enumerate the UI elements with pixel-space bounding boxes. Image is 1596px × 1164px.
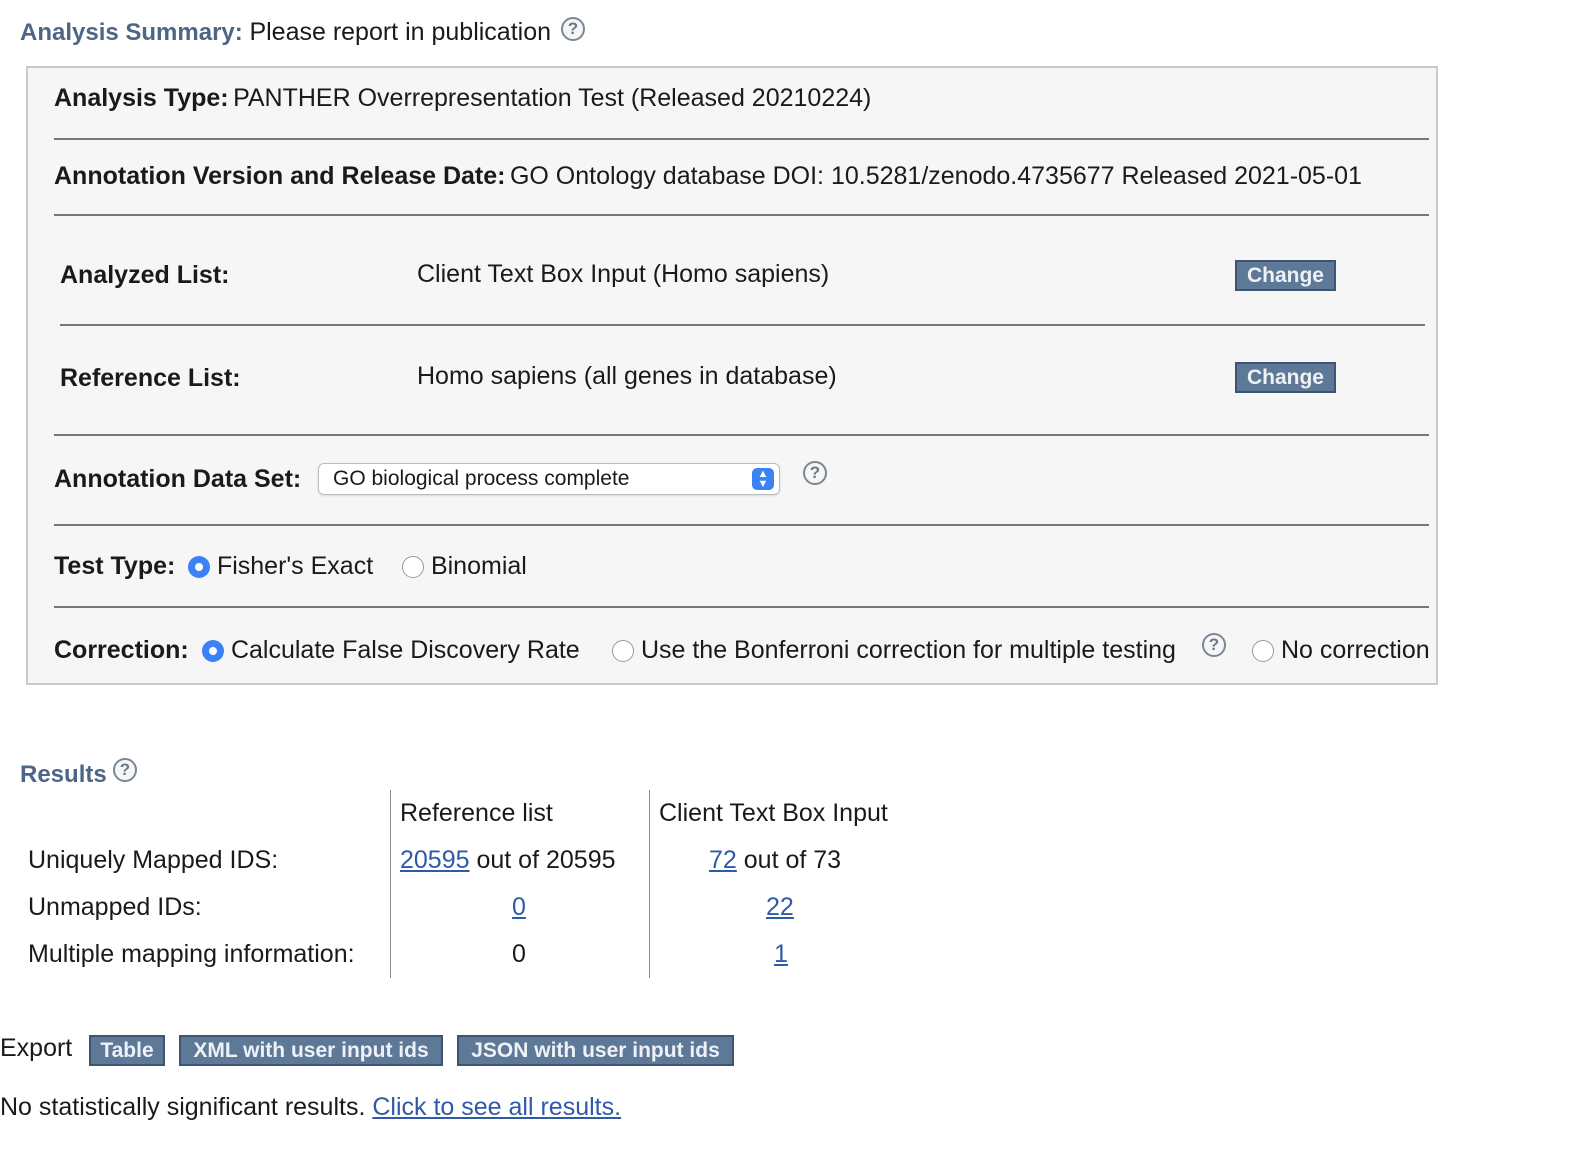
- export-table-button[interactable]: Table: [89, 1035, 165, 1066]
- unmapped-client-link[interactable]: 22: [766, 893, 794, 922]
- export-json-button[interactable]: JSON with user input ids: [457, 1035, 734, 1066]
- test-type-fisher-option[interactable]: Fisher's Exact: [188, 552, 373, 581]
- analyzed-list-label: Analyzed List:: [60, 261, 230, 289]
- annotation-dataset-label: Annotation Data Set:: [54, 465, 302, 493]
- bonferroni-label: Use the Bonferroni correction for multip…: [640, 636, 1176, 664]
- column-header-reference: Reference list: [400, 799, 553, 827]
- fdr-radio[interactable]: [202, 640, 224, 663]
- analysis-summary-title: Analysis Summary:: [20, 19, 243, 46]
- test-type-label: Test Type:: [54, 552, 176, 580]
- annotation-version-label: Annotation Version and Release Date:: [54, 162, 506, 190]
- divider: [54, 138, 1429, 140]
- table-divider: [390, 790, 391, 978]
- row-label-unmapped: Unmapped IDs:: [28, 893, 202, 921]
- uniquely-mapped-reference-suffix: out of 20595: [476, 846, 616, 874]
- no-correction-label: No correction: [1280, 636, 1430, 664]
- no-results-text: No statistically significant results.: [0, 1093, 366, 1121]
- results-help-icon[interactable]: ?: [113, 758, 137, 782]
- multiple-mapping-reference-value: 0: [512, 940, 526, 968]
- row-label-uniquely-mapped: Uniquely Mapped IDS:: [28, 846, 279, 874]
- divider: [60, 324, 1425, 326]
- uniquely-mapped-reference: 20595 out of 20595: [400, 846, 616, 875]
- divider: [54, 434, 1429, 436]
- analysis-summary-heading: Analysis Summary: Please report in publi…: [20, 18, 551, 47]
- chevron-updown-icon: ▲ ▼: [752, 468, 774, 490]
- fisher-radio[interactable]: [188, 556, 210, 579]
- analysis-type-label: Analysis Type:: [54, 84, 229, 112]
- binomial-radio[interactable]: [402, 556, 424, 579]
- analysis-summary-panel: Analysis Type: PANTHER Overrepresentatio…: [26, 66, 1438, 685]
- row-label-multiple-mapping: Multiple mapping information:: [28, 940, 355, 968]
- unmapped-reference-link[interactable]: 0: [512, 893, 526, 922]
- help-icon[interactable]: ?: [561, 17, 585, 41]
- correction-none-option[interactable]: No correction: [1252, 636, 1430, 665]
- export-label: Export: [0, 1034, 73, 1062]
- change-analyzed-list-button[interactable]: Change: [1235, 260, 1336, 291]
- annotation-version-row: Annotation Version and Release Date: GO …: [54, 162, 1362, 191]
- divider: [54, 214, 1429, 216]
- annotation-dataset-selected: GO biological process complete: [333, 467, 630, 490]
- analysis-type-row: Analysis Type: PANTHER Overrepresentatio…: [54, 84, 871, 113]
- divider: [54, 524, 1429, 526]
- annotation-help-icon[interactable]: ?: [803, 461, 827, 485]
- annotation-dataset-select[interactable]: GO biological process complete ▲ ▼: [318, 463, 780, 495]
- no-correction-radio[interactable]: [1252, 640, 1274, 663]
- uniquely-mapped-reference-link[interactable]: 20595: [400, 846, 470, 874]
- results-title: Results: [20, 761, 107, 788]
- analyzed-list-value: Client Text Box Input (Homo sapiens): [417, 260, 830, 288]
- column-header-client: Client Text Box Input: [659, 799, 888, 827]
- fisher-label: Fisher's Exact: [216, 552, 374, 580]
- bonferroni-help-icon[interactable]: ?: [1202, 633, 1226, 657]
- divider: [54, 606, 1429, 608]
- uniquely-mapped-client-suffix: out of 73: [743, 846, 842, 874]
- binomial-label: Binomial: [430, 552, 527, 580]
- change-reference-list-button[interactable]: Change: [1235, 362, 1336, 393]
- no-results-message: No statistically significant results. Cl…: [0, 1093, 621, 1122]
- correction-bonferroni-option[interactable]: Use the Bonferroni correction for multip…: [612, 636, 1176, 665]
- multiple-mapping-client-link[interactable]: 1: [774, 940, 788, 969]
- uniquely-mapped-client-link[interactable]: 72: [709, 846, 737, 874]
- correction-label: Correction:: [54, 636, 189, 664]
- export-xml-button[interactable]: XML with user input ids: [179, 1035, 443, 1066]
- test-type-binomial-option[interactable]: Binomial: [402, 552, 527, 581]
- table-divider: [649, 790, 650, 978]
- analysis-type-value: PANTHER Overrepresentation Test (Release…: [233, 84, 872, 112]
- uniquely-mapped-client: 72 out of 73: [709, 846, 841, 875]
- fdr-label: Calculate False Discovery Rate: [230, 636, 580, 664]
- correction-fdr-option[interactable]: Calculate False Discovery Rate: [202, 636, 580, 665]
- annotation-version-value: GO Ontology database DOI: 10.5281/zenodo…: [509, 162, 1362, 190]
- analysis-summary-note: Please report in publication: [249, 18, 552, 46]
- reference-list-label: Reference List:: [60, 364, 241, 392]
- bonferroni-radio[interactable]: [612, 640, 634, 663]
- see-all-results-link[interactable]: Click to see all results.: [372, 1093, 621, 1121]
- reference-list-value: Homo sapiens (all genes in database): [417, 362, 837, 390]
